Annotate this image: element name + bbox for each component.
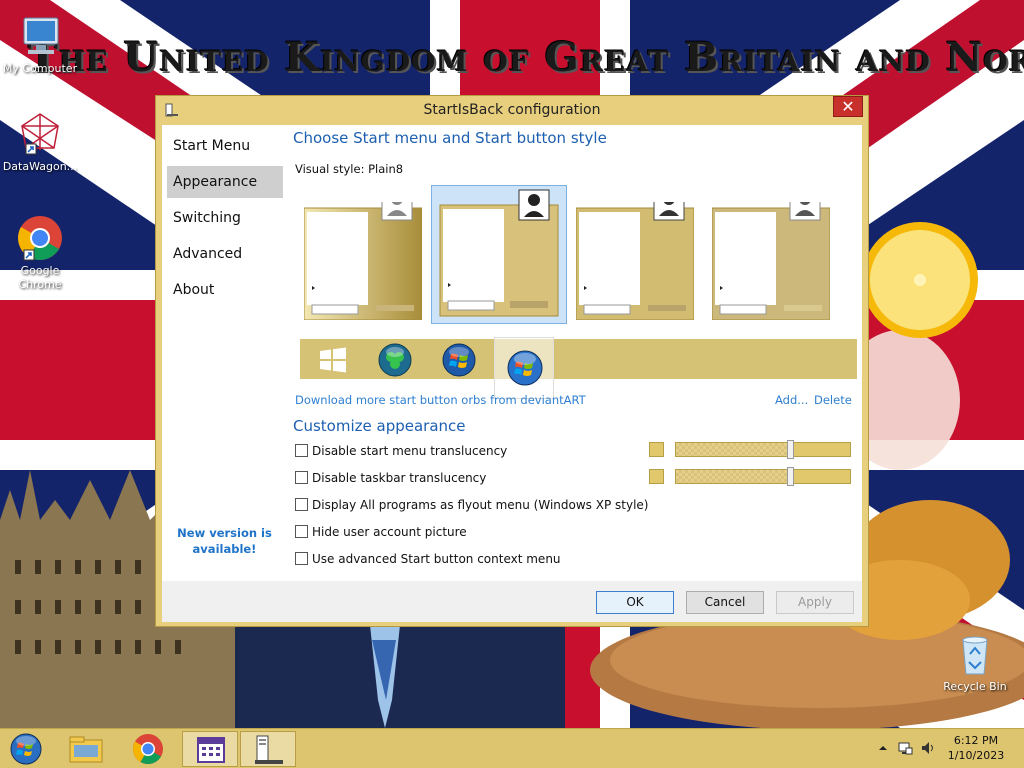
desktop-icon-my-computer[interactable]: My Computer: [0, 12, 80, 76]
sidebar-item-label: Advanced: [173, 246, 243, 262]
desktop-icon-google-chrome[interactable]: Google Chrome: [0, 214, 80, 292]
taskbar-startisback[interactable]: [240, 731, 296, 767]
visual-style-label: Visual style: Plain8: [295, 162, 404, 176]
checkbox-label: Disable start menu translucency: [312, 444, 508, 458]
windows7-orb-icon: [507, 350, 543, 386]
menu-color-swatch[interactable]: [649, 442, 664, 457]
slider-fill: [791, 443, 850, 456]
ok-button[interactable]: OK: [596, 591, 674, 614]
desktop-icon-label: DataWagon...: [2, 160, 78, 173]
dialog-titlebar[interactable]: StartIsBack configuration ✕: [156, 96, 868, 124]
taskbar-file-explorer[interactable]: [58, 731, 114, 767]
folder-icon: [69, 736, 103, 763]
start-menu-preview-icon: [439, 189, 559, 317]
checkbox-disable-menu-translucency[interactable]: [295, 444, 308, 457]
taskbar-opacity-slider[interactable]: [675, 467, 851, 486]
cancel-button[interactable]: Cancel: [686, 591, 764, 614]
checkbox-flyout-all-programs[interactable]: [295, 498, 308, 511]
start-button[interactable]: [0, 731, 52, 767]
start-menu-preview-icon: [711, 189, 831, 321]
delete-orb-link[interactable]: Delete: [814, 393, 852, 407]
checkbox-hide-user-picture[interactable]: [295, 525, 308, 538]
style-card-4[interactable]: [711, 189, 831, 321]
customize-section-title: Customize appearance: [293, 417, 466, 435]
style-card-2[interactable]: [431, 185, 567, 324]
startisback-app-icon: [255, 735, 283, 764]
sidebar-item-start-menu[interactable]: Start Menu: [167, 130, 283, 162]
show-hidden-icons-icon[interactable]: [875, 740, 891, 756]
checkbox-label: Use advanced Start button context menu: [312, 552, 561, 566]
orb-windows8[interactable]: [316, 343, 350, 377]
checkbox-row[interactable]: Display All programs as flyout menu (Win…: [295, 498, 648, 514]
menu-opacity-slider[interactable]: [675, 440, 851, 459]
clover-orb-icon: [378, 343, 412, 377]
sidebar-item-label: Start Menu: [173, 138, 251, 154]
checkbox-row[interactable]: Disable start menu translucency: [295, 444, 507, 460]
taskbar: 6:12 PM 1/10/2023: [0, 728, 1024, 768]
desktop-icon-label: Recycle Bin: [943, 680, 1007, 693]
orb-windows7-blue[interactable]: [442, 343, 476, 377]
slider-thumb[interactable]: [787, 440, 794, 459]
checkbox-row[interactable]: Hide user account picture: [295, 525, 467, 541]
checkbox-label: Disable taskbar translucency: [312, 471, 487, 485]
checkbox-label: Display All programs as flyout menu (Win…: [312, 498, 649, 512]
datawagon-icon: [16, 110, 64, 158]
add-orb-link[interactable]: Add...: [775, 393, 808, 407]
computer-icon: [16, 12, 64, 60]
sidebar-item-advanced[interactable]: Advanced: [167, 238, 283, 270]
checkbox-disable-taskbar-translucency[interactable]: [295, 471, 308, 484]
sidebar-item-about[interactable]: About: [167, 274, 283, 306]
clock-date: 1/10/2023: [947, 749, 1005, 762]
startisback-dialog: StartIsBack configuration ✕ Start Menu A…: [155, 95, 869, 627]
recycle-bin-icon: [951, 630, 999, 678]
desktop-icon-recycle-bin[interactable]: Recycle Bin: [935, 630, 1015, 694]
sidebar-item-switching[interactable]: Switching: [167, 202, 283, 234]
new-version-link[interactable]: New version is available!: [172, 525, 277, 557]
dialog-button-row: OK Cancel Apply: [162, 581, 862, 622]
orb-clover[interactable]: [378, 343, 412, 377]
sidebar-item-appearance[interactable]: Appearance: [167, 166, 283, 198]
volume-icon[interactable]: [920, 740, 936, 756]
start-orb-strip: [300, 337, 857, 399]
checkbox-row[interactable]: Disable taskbar translucency: [295, 471, 486, 487]
wallpaper-banner-text: The United Kingdom of Great Britain and …: [28, 34, 1024, 81]
windows8-logo-icon: [320, 347, 346, 373]
start-menu-preview-icon: [303, 189, 423, 321]
network-icon[interactable]: [897, 740, 913, 756]
checkbox-label: Hide user account picture: [312, 525, 467, 539]
clock[interactable]: 6:12 PM 1/10/2023: [944, 733, 1008, 763]
slider-fill: [791, 470, 850, 483]
checkbox-advanced-context-menu[interactable]: [295, 552, 308, 565]
calendar-app-icon: [197, 737, 225, 763]
taskbar-color-swatch[interactable]: [649, 469, 664, 484]
style-card-1[interactable]: [303, 189, 423, 321]
clock-time: 6:12 PM: [953, 734, 999, 747]
close-button[interactable]: ✕: [833, 96, 863, 117]
desktop-icon-datawagon[interactable]: DataWagon...: [0, 110, 80, 174]
chrome-icon: [132, 734, 163, 765]
checkbox-row[interactable]: Use advanced Start button context menu: [295, 552, 561, 568]
orb-windows7-selected[interactable]: [494, 337, 554, 399]
dialog-title: StartIsBack configuration: [423, 102, 601, 118]
style-section-title: Choose Start menu and Start button style: [293, 129, 607, 147]
sidebar: Start Menu Appearance Switching Advanced…: [162, 125, 288, 581]
dialog-client-area: Start Menu Appearance Switching Advanced…: [162, 125, 862, 622]
chrome-icon: [16, 214, 64, 262]
close-icon: ✕: [841, 97, 855, 116]
desktop-icon-label: Google Chrome: [18, 264, 62, 291]
taskbar-chrome[interactable]: [120, 731, 176, 767]
desktop-icon-label: My Computer: [2, 62, 78, 75]
slider-thumb[interactable]: [787, 467, 794, 486]
taskbar-app-purple[interactable]: [182, 731, 238, 767]
start-menu-preview-icon: [575, 189, 695, 321]
windows-orb-icon: [10, 733, 42, 765]
download-orbs-link[interactable]: Download more start button orbs from dev…: [295, 393, 586, 407]
apply-button[interactable]: Apply: [776, 591, 854, 614]
sidebar-item-label: Switching: [173, 210, 241, 226]
style-card-3[interactable]: [575, 189, 695, 321]
sidebar-item-label: About: [173, 282, 215, 298]
windows7-orb-icon: [442, 343, 476, 377]
sidebar-item-label: Appearance: [173, 174, 258, 190]
